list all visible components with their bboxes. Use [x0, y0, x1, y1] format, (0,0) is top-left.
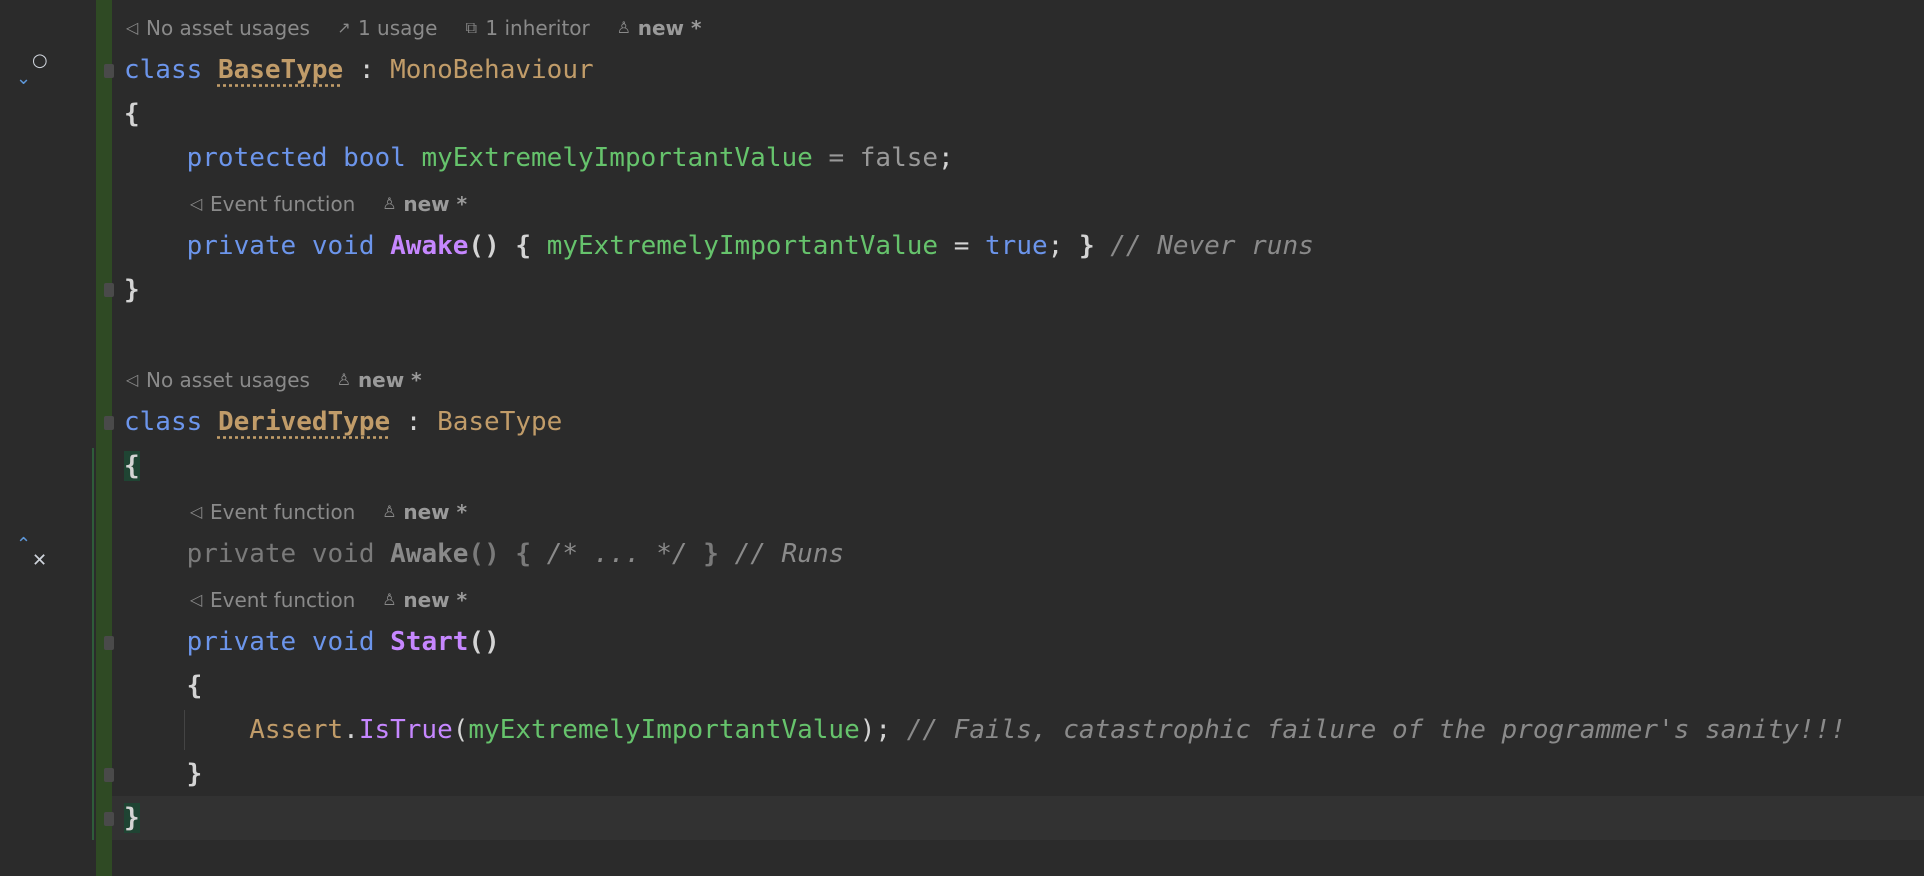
override-up-icon[interactable]: ⌃: [16, 536, 31, 554]
code-line[interactable]: {: [124, 444, 140, 488]
author-hint[interactable]: ♙ new *: [381, 584, 467, 616]
author-hint[interactable]: ♙ new *: [616, 12, 702, 44]
fold-marker[interactable]: [104, 416, 114, 430]
fold-marker[interactable]: [104, 636, 114, 650]
implemented-icon[interactable]: ○: [32, 52, 48, 70]
fold-marker[interactable]: [104, 283, 114, 297]
scope-indicator: [92, 448, 94, 840]
code-line[interactable]: Assert.IsTrue(myExtremelyImportantValue)…: [124, 708, 1846, 752]
code-vision-hints: ◁ Event function ♙ new *: [188, 188, 467, 220]
code-line[interactable]: class DerivedType : BaseType: [124, 400, 562, 444]
usages-hint[interactable]: ↗ 1 usage: [336, 12, 437, 44]
code-line[interactable]: private void Awake() { /* ... */ } // Ru…: [124, 532, 845, 576]
event-function-hint[interactable]: ◁ Event function: [188, 496, 356, 528]
author-icon: ♙: [616, 18, 631, 37]
author-hint[interactable]: ♙ new *: [381, 496, 467, 528]
code-line[interactable]: protected bool myExtremelyImportantValue…: [124, 136, 954, 180]
inheritors-hint[interactable]: ⧉ 1 inheritor: [463, 12, 590, 44]
vcs-change-marker[interactable]: [96, 0, 112, 876]
unity-icon: ◁: [189, 502, 203, 521]
author-hint[interactable]: ♙ new *: [381, 188, 467, 220]
author-icon: ♙: [382, 194, 397, 213]
caret-row-highlight: [112, 796, 1924, 840]
code-line[interactable]: {: [124, 664, 203, 708]
class-name[interactable]: DerivedType: [218, 407, 390, 437]
code-vision-hints: ◁ No asset usages ♙ new *: [124, 364, 422, 396]
asset-usages-hint[interactable]: ◁ No asset usages: [124, 12, 310, 44]
asset-usages-hint[interactable]: ◁ No asset usages: [124, 364, 310, 396]
close-icon[interactable]: ✕: [32, 552, 47, 570]
chevron-down-icon[interactable]: ⌄: [16, 70, 31, 88]
unity-icon: ◁: [189, 194, 203, 213]
usage-icon: ↗: [337, 18, 351, 37]
code-vision-hints: ◁ Event function ♙ new *: [188, 584, 467, 616]
matched-brace: }: [124, 803, 140, 833]
unity-icon: ◁: [125, 18, 139, 37]
code-editor[interactable]: ○ ⌄ ⌃ ✕ ◁ No asset usages ↗ 1 usage ⧉ 1 inh…: [0, 0, 1924, 876]
event-function-hint[interactable]: ◁ Event function: [188, 188, 356, 220]
editor-gutter[interactable]: [0, 0, 96, 876]
author-icon: ♙: [382, 590, 397, 609]
author-hint[interactable]: ♙ new *: [336, 364, 422, 396]
code-vision-hints: ◁ No asset usages ↗ 1 usage ⧉ 1 inheritor ♙…: [124, 12, 702, 44]
code-line[interactable]: {: [124, 92, 140, 136]
fold-marker[interactable]: [104, 64, 114, 78]
unity-icon: ◁: [125, 370, 139, 389]
author-icon: ♙: [382, 502, 397, 521]
event-function-hint[interactable]: ◁ Event function: [188, 584, 356, 616]
fold-marker[interactable]: [104, 768, 114, 782]
code-line[interactable]: private void Awake() { myExtremelyImport…: [124, 224, 1314, 268]
fold-marker[interactable]: [104, 812, 114, 826]
code-vision-hints: ◁ Event function ♙ new *: [188, 496, 467, 528]
unity-icon: ◁: [189, 590, 203, 609]
code-line[interactable]: private void Start(): [124, 620, 500, 664]
code-line[interactable]: }: [124, 796, 140, 840]
code-line[interactable]: class BaseType : MonoBehaviour: [124, 48, 594, 92]
matched-brace: {: [124, 451, 140, 481]
inheritor-icon: ⧉: [465, 18, 478, 37]
code-line[interactable]: }: [124, 268, 140, 312]
author-icon: ♙: [336, 370, 352, 389]
class-name[interactable]: BaseType: [218, 55, 343, 85]
code-line[interactable]: }: [124, 752, 203, 796]
